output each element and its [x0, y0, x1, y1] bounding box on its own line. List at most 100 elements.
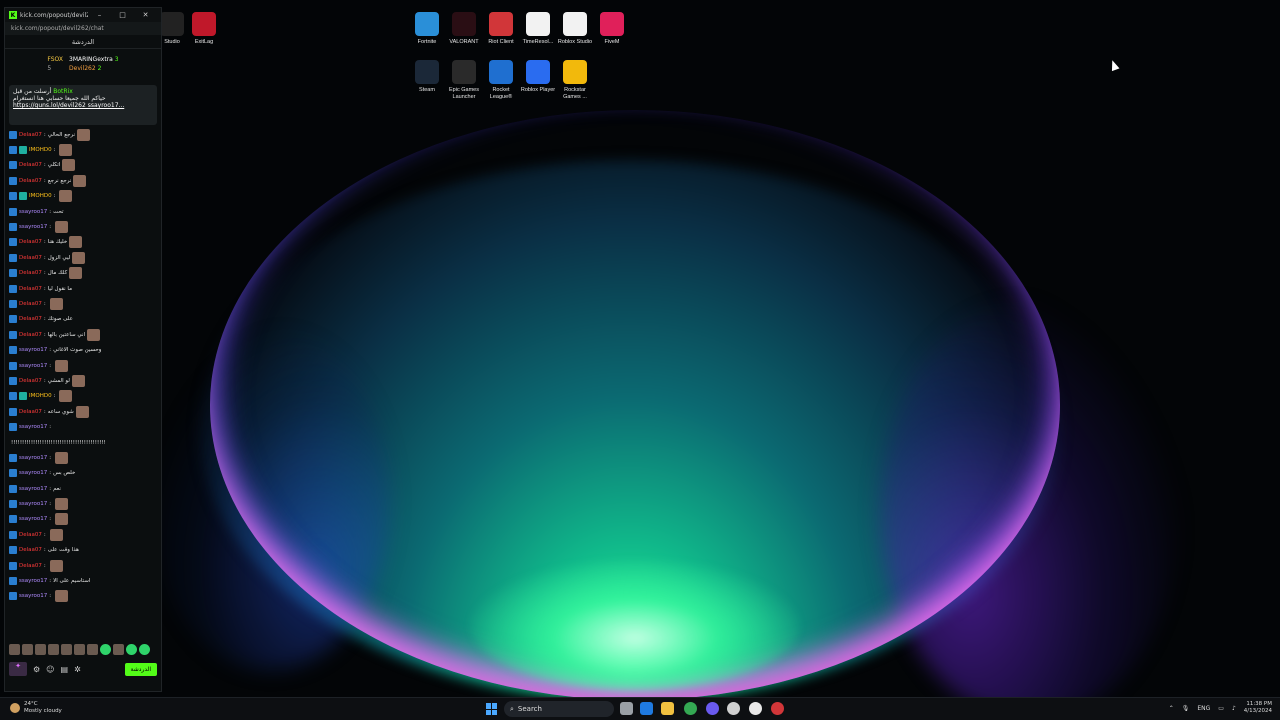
chat-message[interactable]: Delaa07: ما نقول ليا: [9, 281, 157, 296]
chat-message[interactable]: Delaa07:: [9, 296, 157, 311]
chat-message[interactable]: ssayroo17: نعم: [9, 481, 157, 496]
send-chat-button[interactable]: الدردشة: [124, 662, 157, 676]
riot-client-icon[interactable]: [771, 702, 784, 715]
chat-message[interactable]: ssayroo17:: [9, 419, 157, 434]
message-list[interactable]: Delaa07: نرجع الحالي IMOHD0: Delaa07: اتكلي D…: [5, 127, 161, 604]
gift-icon[interactable]: ▤: [61, 665, 69, 674]
chat-username[interactable]: IMOHD0: [29, 147, 52, 153]
desktop-shortcut[interactable]: TimeResol...: [518, 12, 558, 46]
desktop-shortcut[interactable]: VALORANT: [444, 12, 484, 46]
chat-message[interactable]: Delaa07: اتكلي: [9, 158, 157, 173]
chat-message[interactable]: Delaa07:: [9, 558, 157, 573]
chat-username[interactable]: IMOHD0: [29, 193, 52, 199]
desktop-shortcut[interactable]: FiveM: [592, 12, 632, 46]
desktop-shortcut[interactable]: Roblox Player: [518, 60, 558, 94]
settings-icon[interactable]: ⚙: [33, 665, 40, 674]
chat-message[interactable]: Delaa07: كلك مال: [9, 266, 157, 281]
chrome-icon[interactable]: [684, 702, 697, 715]
desktop-shortcut[interactable]: Rocket League®: [481, 60, 521, 101]
chat-message[interactable]: Delaa07: على صوتك: [9, 312, 157, 327]
chat-username[interactable]: Delaa07: [19, 255, 42, 261]
clock[interactable]: 11:38 PM 4/13/2024: [1244, 701, 1272, 715]
chat-username[interactable]: ssayroo17: [19, 455, 47, 461]
minimize-icon[interactable]: –: [88, 11, 111, 19]
emote-icon[interactable]: [100, 643, 111, 655]
desktop-shortcut[interactable]: Riot Client: [481, 12, 521, 46]
chat-username[interactable]: ssayroo17: [19, 486, 47, 492]
start-button[interactable]: [486, 703, 498, 715]
emote-picker-icon[interactable]: ☺: [46, 665, 54, 674]
chat-username[interactable]: Delaa07: [19, 332, 42, 338]
chat-username[interactable]: Delaa07: [19, 239, 42, 245]
network-icon[interactable]: ▭: [1218, 705, 1224, 712]
desktop-shortcut[interactable]: Epic Games Launcher: [444, 60, 484, 101]
gifter-first[interactable]: FSOX 5: [47, 56, 63, 72]
emote-icon[interactable]: [9, 643, 20, 655]
chat-username[interactable]: Delaa07: [19, 563, 42, 569]
chat-message[interactable]: IMOHD0:: [9, 189, 157, 204]
desktop-shortcut[interactable]: Roblox Studio: [555, 12, 595, 46]
language-indicator[interactable]: ENG: [1197, 705, 1210, 712]
chat-message[interactable]: ssayroo17: وحسين صوت الاغاني: [9, 342, 157, 357]
app-icon[interactable]: [727, 702, 740, 715]
chat-username[interactable]: Delaa07: [19, 409, 42, 415]
pinned-link[interactable]: https://guns.lol/devil262 ssayroo17...: [13, 102, 153, 109]
clock-app-icon[interactable]: [749, 702, 762, 715]
chat-message[interactable]: ssayroo17:: [9, 358, 157, 373]
chat-message[interactable]: ssayroo17:: [9, 450, 157, 465]
chevron-up-icon[interactable]: ⌃: [1169, 705, 1174, 712]
emote-icon[interactable]: [22, 643, 33, 655]
desktop-shortcut[interactable]: Steam: [407, 60, 447, 94]
chat-username[interactable]: Delaa07: [19, 270, 42, 276]
chat-message[interactable]: Delaa07: خليك هنا: [9, 235, 157, 250]
chat-username[interactable]: Delaa07: [19, 547, 42, 553]
chat-message[interactable]: Delaa07: هذا وقت على: [9, 543, 157, 558]
chat-username[interactable]: ssayroo17: [19, 593, 47, 599]
chat-username[interactable]: ssayroo17: [19, 424, 47, 430]
chat-message[interactable]: IMOHD0:: [9, 389, 157, 404]
chat-message[interactable]: IMOHD0:: [9, 142, 157, 157]
chat-message[interactable]: ssayroo17:: [9, 496, 157, 511]
chat-username[interactable]: IMOHD0: [29, 393, 52, 399]
chat-username[interactable]: ssayroo17: [19, 224, 47, 230]
chat-username[interactable]: ssayroo17: [19, 516, 47, 522]
chat-username[interactable]: Delaa07: [19, 178, 42, 184]
file-explorer-icon[interactable]: [661, 702, 674, 715]
chat-message[interactable]: ssayroo17:: [9, 219, 157, 234]
chat-message[interactable]: Delaa07: لو المشي: [9, 373, 157, 388]
volume-icon[interactable]: ♪: [1232, 705, 1236, 712]
avatar[interactable]: ✦: [9, 662, 27, 676]
emote-icon[interactable]: [48, 643, 59, 655]
chat-message[interactable]: ssayroo17:: [9, 589, 157, 604]
chat-message[interactable]: !!!!!!!!!!!!!!!!!!!!!!!!!!!!!!!!!!!!!!!!…: [9, 435, 157, 450]
chat-username[interactable]: ssayroo17: [19, 578, 47, 584]
chat-username[interactable]: Delaa07: [19, 378, 42, 384]
chat-username[interactable]: Delaa07: [19, 301, 42, 307]
taskbar-search[interactable]: ⌕ Search: [504, 701, 614, 717]
chat-popout-window[interactable]: K kick.com/popout/devil262/c... – □ ✕ ki…: [4, 7, 162, 692]
emote-icon[interactable]: [61, 643, 72, 655]
chat-username[interactable]: Delaa07: [19, 286, 42, 292]
gifter-third[interactable]: Devil262 2: [69, 65, 119, 72]
emote-icon[interactable]: [126, 643, 137, 655]
edge-icon[interactable]: [640, 702, 653, 715]
chat-username[interactable]: ssayroo17: [19, 363, 47, 369]
close-icon[interactable]: ✕: [134, 11, 157, 19]
chat-message[interactable]: Delaa07:: [9, 527, 157, 542]
desktop-shortcut[interactable]: Rockstar Games ...: [555, 60, 595, 101]
window-titlebar[interactable]: K kick.com/popout/devil262/c... – □ ✕: [5, 8, 161, 22]
gear-icon[interactable]: ✲: [74, 665, 81, 674]
chat-username[interactable]: Delaa07: [19, 532, 42, 538]
chat-message[interactable]: ssayroo17:: [9, 512, 157, 527]
emote-icon[interactable]: [87, 643, 98, 655]
emote-icon[interactable]: [113, 643, 124, 655]
chat-message[interactable]: Delaa07: نرجع نرجع: [9, 173, 157, 188]
chat-username[interactable]: ssayroo17: [19, 470, 47, 476]
chat-username[interactable]: ssayroo17: [19, 209, 47, 215]
url-bar[interactable]: kick.com/popout/devil262/chat: [5, 22, 161, 35]
task-view-icon[interactable]: [620, 702, 633, 715]
chat-message[interactable]: ssayroo17: خلص بس: [9, 466, 157, 481]
microphone-icon[interactable]: 🎙: [1182, 705, 1190, 712]
chat-message[interactable]: Delaa07: ليي الزول: [9, 250, 157, 265]
gifter-second[interactable]: 3MARINGextra 3: [69, 56, 119, 63]
